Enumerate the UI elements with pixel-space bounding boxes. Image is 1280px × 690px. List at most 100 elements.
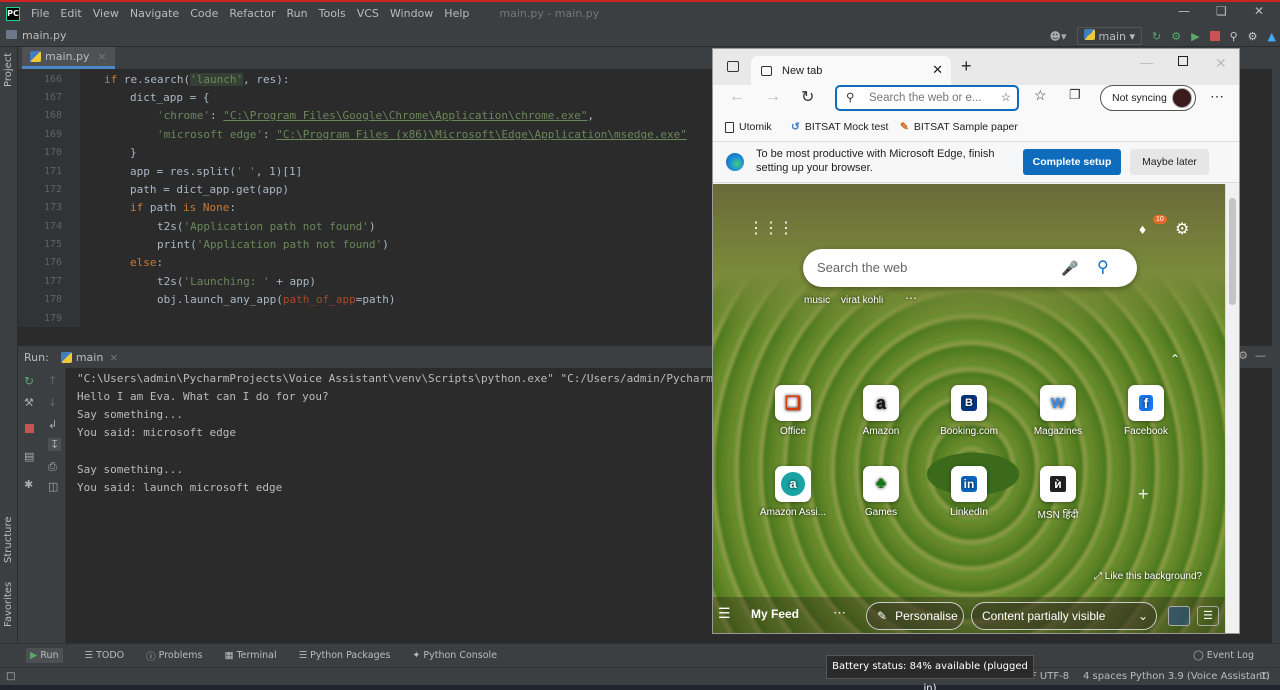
menu-vcs[interactable]: VCS xyxy=(357,7,379,20)
tab-actions-icon[interactable] xyxy=(727,61,739,72)
status-interpreter[interactable]: Python 3.9 (Voice Assistant) xyxy=(1130,668,1270,686)
tool-structure[interactable]: Structure xyxy=(3,516,14,563)
run-tab-main[interactable]: main × xyxy=(60,351,119,364)
content-visibility-dropdown[interactable]: Content partially visible ⌄ xyxy=(971,602,1157,630)
hide-panel-icon[interactable]: — xyxy=(1255,349,1266,362)
maybe-later-button[interactable]: Maybe later xyxy=(1130,149,1209,175)
soft-wrap-icon[interactable]: ↲ xyxy=(48,418,57,431)
tool-favorites[interactable]: Favorites xyxy=(3,582,14,627)
scroll-to-end-icon[interactable]: ↧ xyxy=(48,438,62,451)
run-config-selector[interactable]: main ▾ xyxy=(1076,27,1143,45)
edge-close-icon[interactable]: ✕ xyxy=(1215,55,1227,72)
menu-window[interactable]: Window xyxy=(390,7,433,20)
status-indent[interactable]: 4 spaces xyxy=(1083,668,1127,686)
page-settings-icon[interactable]: ⚙ xyxy=(1175,219,1189,239)
rerun-icon[interactable]: ↻ xyxy=(24,374,34,388)
tile-office[interactable]: ❑ Office xyxy=(753,385,833,437)
debug-icon[interactable]: ⚙ xyxy=(1171,30,1181,43)
project-breadcrumb[interactable]: main.py xyxy=(22,29,66,42)
tile-amazon[interactable]: a Amazon xyxy=(841,385,921,437)
list-layout-icon[interactable]: ☰ xyxy=(1197,606,1219,626)
menu-file[interactable]: File xyxy=(31,7,49,20)
menu-view[interactable]: View xyxy=(93,7,119,20)
favorite-bitsat-mock-test[interactable]: ↺ BITSAT Mock test xyxy=(791,121,888,133)
edge-maximize-icon[interactable] xyxy=(1178,56,1188,66)
stop-icon[interactable] xyxy=(1209,31,1220,41)
trash-icon[interactable]: ◫ xyxy=(48,480,58,493)
wrench-icon[interactable]: ⚒ xyxy=(24,396,34,409)
tool-run[interactable]: ▶ Run xyxy=(26,648,63,663)
back-icon[interactable]: ← xyxy=(729,88,745,106)
add-favorite-icon[interactable]: ☆ xyxy=(1001,87,1011,109)
tile-facebook[interactable]: f Facebook xyxy=(1106,385,1186,437)
forward-icon[interactable]: → xyxy=(765,88,781,106)
ntp-search-input[interactable]: Search the web 🎤 ⚲ xyxy=(803,249,1137,287)
user-icon[interactable]: ☻▾ xyxy=(1050,30,1067,43)
tool-todo[interactable]: ☰ TODO xyxy=(85,650,125,661)
notifications-icon[interactable]: ♦ xyxy=(1139,221,1146,237)
page-scrollbar[interactable] xyxy=(1225,184,1239,633)
menu-edit[interactable]: Edit xyxy=(60,7,81,20)
tab-close-icon[interactable]: ✕ xyxy=(932,62,943,78)
microphone-icon[interactable]: 🎤 xyxy=(1061,249,1078,287)
personalise-button[interactable]: ✎ Personalise xyxy=(866,602,964,630)
favorites-icon[interactable]: ☆ xyxy=(1034,87,1047,104)
up-arrow-icon[interactable]: ↑ xyxy=(48,374,57,387)
collapse-chevron-icon[interactable]: ⌃ xyxy=(1170,352,1180,366)
address-input[interactable]: ⚲ Search the web or e... ☆ xyxy=(835,85,1019,111)
edge-minimize-icon[interactable]: — xyxy=(1140,55,1153,70)
tool-terminal[interactable]: ▦ Terminal xyxy=(224,650,276,661)
my-feed-label[interactable]: My Feed xyxy=(751,607,799,621)
print-icon[interactable]: ⎙ xyxy=(48,460,57,474)
menu-refactor[interactable]: Refactor xyxy=(229,7,275,20)
like-background-link[interactable]: ⤢ Like this background? xyxy=(1094,571,1202,582)
menu-code[interactable]: Code xyxy=(190,7,218,20)
quick-link-virat-kohli[interactable]: virat kohli xyxy=(841,295,883,306)
tile-magazines[interactable]: W Magazines xyxy=(1018,385,1098,437)
edge-tab-new-tab[interactable]: New tab ✕ xyxy=(751,56,951,85)
run-tab-close-icon[interactable]: × xyxy=(109,351,118,364)
tile-booking[interactable]: B Booking.com xyxy=(929,385,1009,437)
menu-navigate[interactable]: Navigate xyxy=(130,7,179,20)
stop-icon[interactable] xyxy=(25,424,34,433)
layout-icon[interactable]: ▤ xyxy=(24,450,34,463)
tool-python-console[interactable]: ✦ Python Console xyxy=(412,650,497,661)
search-icon[interactable]: ⚲ xyxy=(1230,30,1238,43)
menu-hamburger-icon[interactable]: ☰ xyxy=(718,605,731,622)
favorite-utomik[interactable]: Utomik xyxy=(725,121,772,133)
plugin-icon[interactable]: ▲ xyxy=(1268,30,1276,43)
scrollbar-thumb[interactable] xyxy=(1229,198,1236,305)
quick-links-more-icon[interactable]: ⋯ xyxy=(905,291,917,305)
run-icon[interactable]: ↻ xyxy=(1152,30,1161,43)
status-encoding[interactable]: F UTF-8 xyxy=(1031,668,1069,686)
favorite-bitsat-sample-paper[interactable]: ✎ BITSAT Sample paper xyxy=(900,121,1018,133)
profile-sync-button[interactable]: Not syncing xyxy=(1100,85,1196,111)
tool-python-packages[interactable]: ☰ Python Packages xyxy=(299,650,391,661)
quick-link-music[interactable]: music xyxy=(804,295,830,306)
minimize-icon[interactable]: — xyxy=(1178,4,1190,18)
down-arrow-icon[interactable]: ↓ xyxy=(48,396,57,409)
collections-icon[interactable]: ❐ xyxy=(1069,87,1081,103)
close-icon[interactable]: ✕ xyxy=(1254,4,1264,18)
menu-tools[interactable]: Tools xyxy=(319,7,346,20)
apps-grid-icon[interactable]: ⋮⋮⋮ xyxy=(748,218,794,238)
new-tab-plus-icon[interactable]: + xyxy=(961,56,972,77)
tile-games[interactable]: ♣ Games xyxy=(841,466,921,518)
editor-tab-main[interactable]: main.py × xyxy=(22,47,115,69)
pin-icon[interactable]: ✱ xyxy=(24,478,33,491)
tile-msn-hindi[interactable]: ѝ MSN हिंदी xyxy=(1018,466,1098,521)
settings-icon[interactable]: ⚙ xyxy=(1248,30,1258,43)
tool-event-log[interactable]: ◯ Event Log xyxy=(1193,650,1254,661)
menu-help[interactable]: Help xyxy=(444,7,469,20)
coverage-icon[interactable]: ▶ xyxy=(1191,30,1199,43)
grid-layout-icon[interactable] xyxy=(1168,606,1190,626)
status-layout-icon[interactable]: □ xyxy=(6,668,15,686)
lock-icon[interactable]: ⚿ xyxy=(1260,668,1268,686)
menu-run[interactable]: Run xyxy=(287,7,308,20)
add-tile-plus-icon[interactable]: + xyxy=(1138,484,1149,505)
search-icon[interactable]: ⚲ xyxy=(1097,249,1109,287)
tab-close-icon[interactable]: × xyxy=(97,50,106,63)
tile-amazon-assistant[interactable]: a Amazon Assi... xyxy=(753,466,833,518)
complete-setup-button[interactable]: Complete setup xyxy=(1023,149,1121,175)
feed-more-icon[interactable]: ⋯ xyxy=(833,605,846,621)
